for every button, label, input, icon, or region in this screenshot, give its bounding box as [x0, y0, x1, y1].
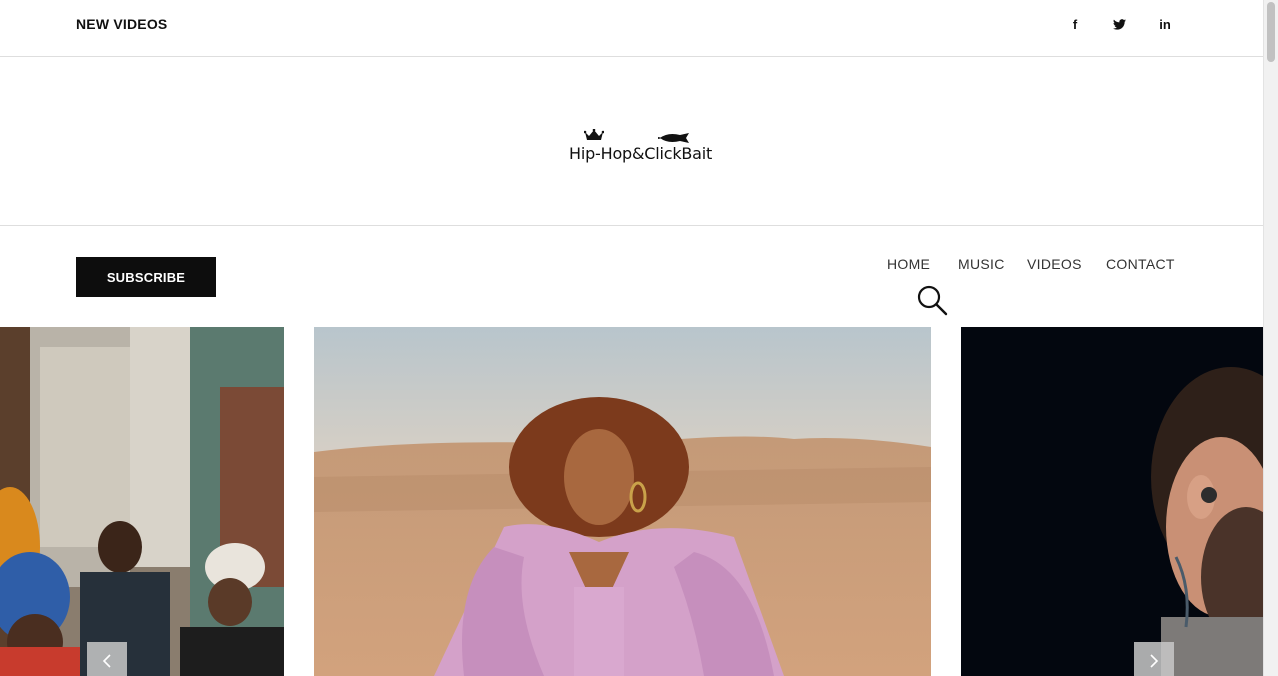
- facebook-icon[interactable]: f: [1064, 13, 1086, 35]
- slide-group-photo[interactable]: [0, 327, 284, 676]
- nav-home[interactable]: HOME: [887, 256, 930, 272]
- nav-music[interactable]: MUSIC: [958, 256, 1005, 272]
- slide-concert-portrait[interactable]: [961, 327, 1263, 676]
- chevron-left-icon: [102, 654, 111, 668]
- search-icon[interactable]: [915, 283, 949, 317]
- site-logo[interactable]: Hip-Hop&ClickBait: [566, 128, 716, 168]
- crown-icon: [584, 129, 604, 140]
- slider-prev-button[interactable]: [87, 642, 127, 676]
- slide-desert-portrait[interactable]: [314, 327, 931, 676]
- slider-next-button[interactable]: [1134, 642, 1174, 676]
- page: NEW VIDEOS f in Hip-Hop&ClickBait SUBSCR…: [0, 0, 1263, 676]
- top-bar: NEW VIDEOS f in: [0, 0, 1263, 57]
- new-videos-link[interactable]: NEW VIDEOS: [76, 16, 167, 32]
- subscribe-button[interactable]: SUBSCRIBE: [76, 257, 216, 297]
- page-scrollbar[interactable]: [1263, 0, 1278, 676]
- nav-contact[interactable]: CONTACT: [1106, 256, 1175, 272]
- logo-band: Hip-Hop&ClickBait: [0, 58, 1263, 226]
- twitter-icon[interactable]: [1108, 13, 1130, 35]
- chevron-right-icon: [1150, 654, 1159, 668]
- fish-icon: [658, 133, 689, 143]
- logo-text: Hip-Hop&ClickBait: [569, 144, 713, 163]
- linkedin-icon[interactable]: in: [1154, 13, 1176, 35]
- scrollbar-thumb[interactable]: [1267, 2, 1275, 62]
- nav-videos[interactable]: VIDEOS: [1027, 256, 1082, 272]
